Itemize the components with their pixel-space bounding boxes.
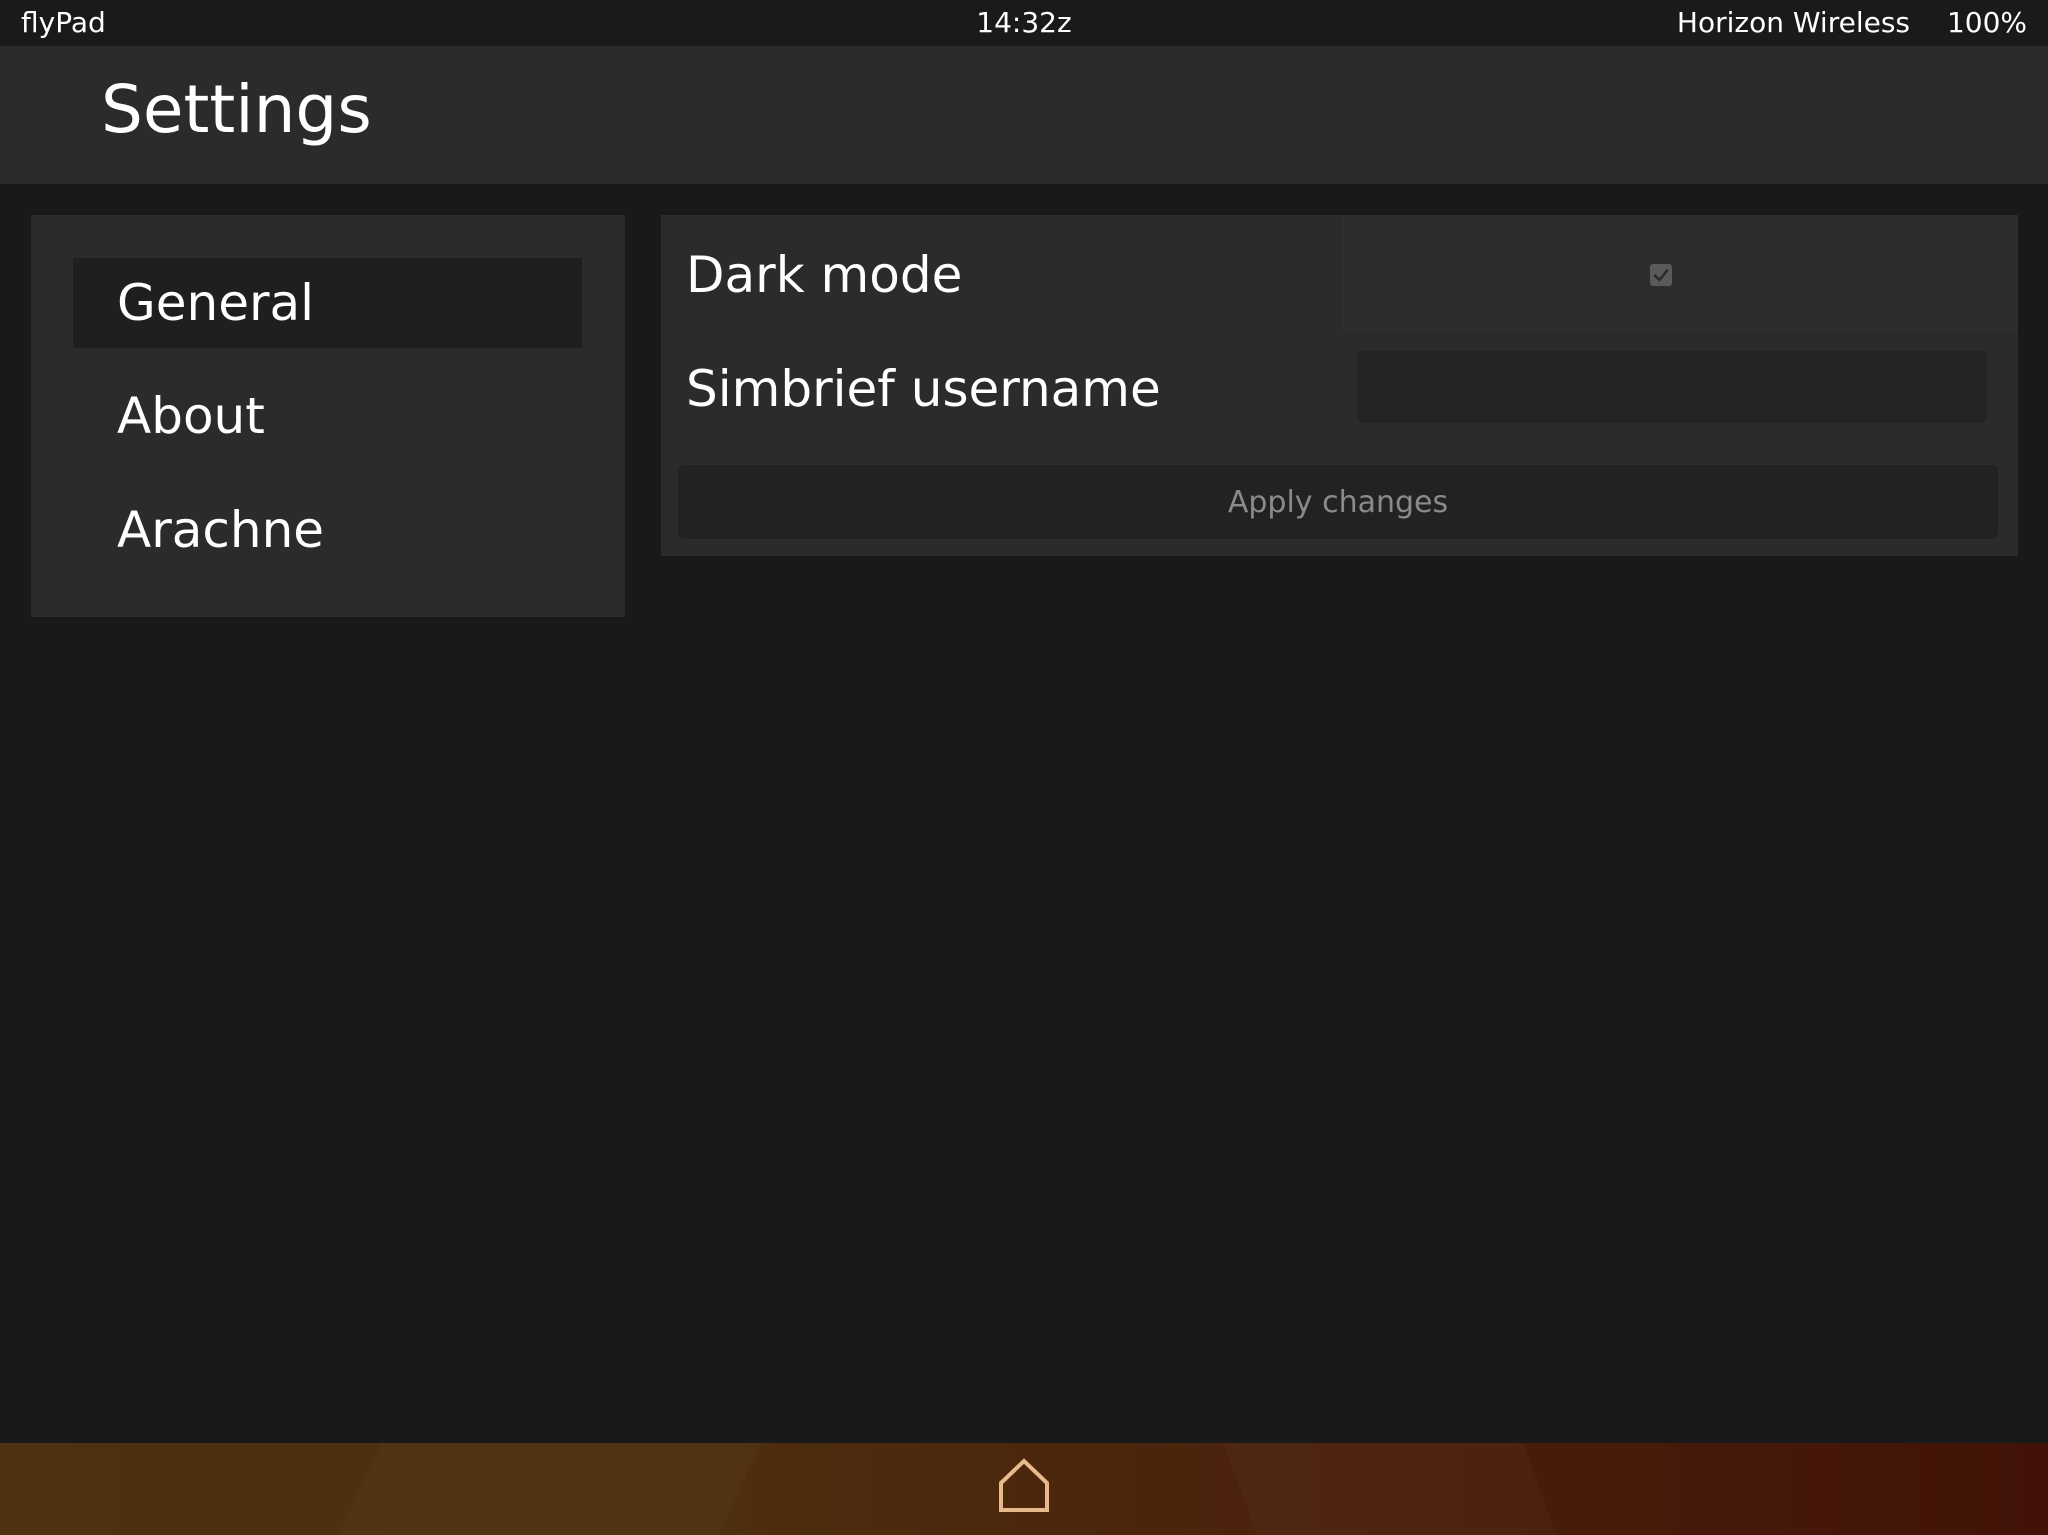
background-facet bbox=[1223, 1443, 1556, 1535]
battery-level: 100% bbox=[1946, 6, 2027, 39]
simbrief-username-input[interactable] bbox=[1357, 351, 1987, 423]
home-button[interactable] bbox=[996, 1457, 1052, 1515]
checkmark-icon bbox=[1653, 269, 1669, 282]
dark-mode-checkbox[interactable] bbox=[1650, 264, 1672, 286]
page-header: Settings bbox=[0, 46, 2048, 184]
dark-mode-label: Dark mode bbox=[686, 246, 963, 304]
dark-mode-control-cell bbox=[1339, 215, 2018, 332]
home-icon bbox=[999, 1458, 1049, 1512]
sidebar-item-about[interactable]: About bbox=[73, 371, 582, 461]
settings-sidebar: General About Arachne bbox=[31, 215, 625, 617]
page-title: Settings bbox=[101, 71, 372, 148]
simbrief-username-label: Simbrief username bbox=[686, 360, 1161, 418]
flypad-screen: flyPad 14:32z Horizon Wireless 100% Sett… bbox=[0, 0, 2048, 1535]
sidebar-item-general[interactable]: General bbox=[73, 258, 582, 348]
bottom-bar bbox=[0, 1443, 2048, 1535]
sidebar-item-arachne[interactable]: Arachne bbox=[73, 485, 582, 575]
network-name: Horizon Wireless bbox=[1676, 6, 1910, 39]
background-facet bbox=[339, 1443, 762, 1535]
status-bar: flyPad 14:32z Horizon Wireless 100% bbox=[0, 0, 2048, 46]
apply-changes-button[interactable]: Apply changes bbox=[678, 465, 1998, 539]
